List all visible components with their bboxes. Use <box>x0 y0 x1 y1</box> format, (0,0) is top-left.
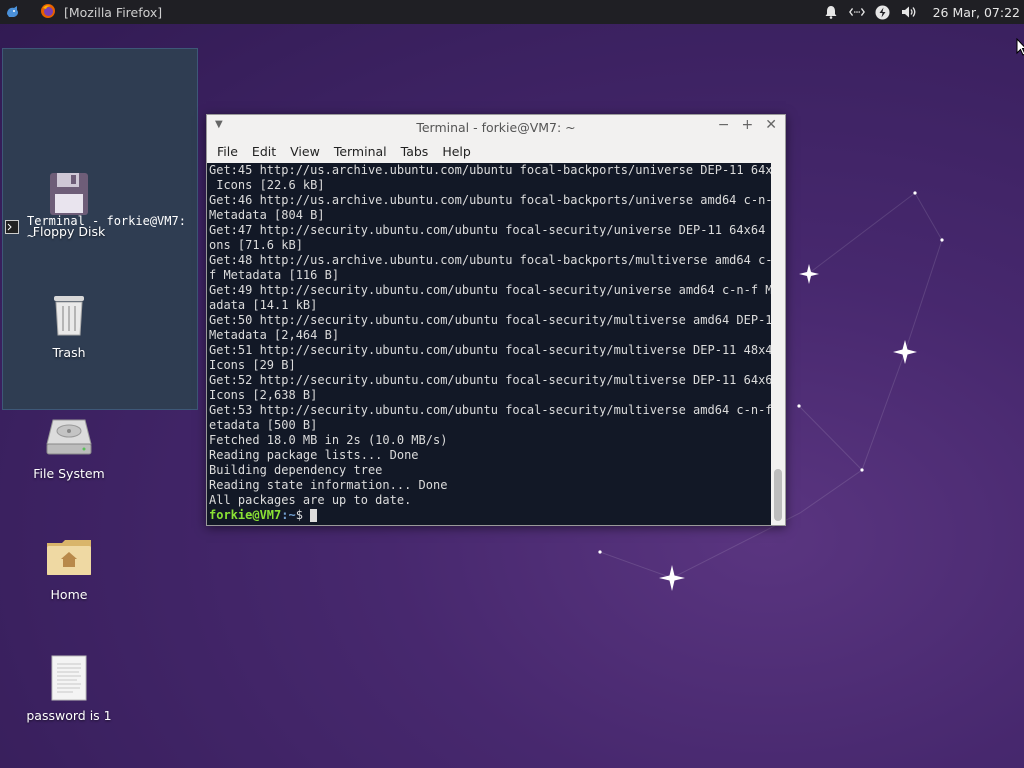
scrollbar-thumb[interactable] <box>774 469 782 521</box>
taskbar-firefox[interactable]: [Mozilla Firefox] <box>32 1 232 23</box>
desktop-icon-label: File System <box>33 466 105 481</box>
window-title: Terminal - forkie@VM7: ~ <box>416 119 576 135</box>
terminal-line: adata [14.1 kB] <box>209 298 318 312</box>
system-tray: 26 Mar, 07:22 <box>823 0 1024 24</box>
terminal-line: Icons [22.6 kB] <box>209 178 325 192</box>
text-cursor <box>310 509 318 522</box>
terminal-line: Metadata [804 B] <box>209 208 325 222</box>
terminal-line: Get:46 http://us.archive.ubuntu.com/ubun… <box>209 193 771 207</box>
desktop-icon-label: password is 1 <box>26 708 112 723</box>
clock[interactable]: 26 Mar, 07:22 <box>933 5 1020 20</box>
terminal-line: Get:48 http://us.archive.ubuntu.com/ubun… <box>209 253 771 267</box>
terminal-line: Get:47 http://security.ubuntu.com/ubuntu… <box>209 223 771 237</box>
terminal-prompt[interactable]: forkie@VM7:~$ <box>209 508 771 523</box>
terminal-line: f Metadata [116 B] <box>209 268 340 282</box>
menu-help[interactable]: Help <box>435 144 478 159</box>
terminal-line: Get:45 http://us.archive.ubuntu.com/ubun… <box>209 163 771 177</box>
terminal-line: Building dependency tree <box>209 463 383 477</box>
prompt-symbol: $ <box>295 508 311 522</box>
network-icon[interactable] <box>848 4 865 20</box>
firefox-icon <box>40 3 56 22</box>
desktop-icon-filesystem[interactable]: File System <box>19 412 119 481</box>
menu-terminal[interactable]: Terminal <box>327 144 394 159</box>
desktop-icon-label: Home <box>50 587 88 602</box>
terminal-line: Get:51 http://security.ubuntu.com/ubuntu… <box>209 343 771 357</box>
terminal-line: Icons [29 B] <box>209 358 296 372</box>
terminal-output[interactable]: Get:45 http://us.archive.ubuntu.com/ubun… <box>207 163 771 525</box>
prompt-path: :~ <box>281 508 296 522</box>
whisker-menu-icon[interactable] <box>0 0 26 24</box>
desktop-icon-label: Trash <box>52 345 86 360</box>
menu-bar: File Edit View Terminal Tabs Help <box>207 139 785 163</box>
desktop-icon-trash[interactable]: Trash <box>19 291 119 360</box>
terminal-line: ons [71.6 kB] <box>209 238 303 252</box>
taskbar-firefox-label: [Mozilla Firefox] <box>64 4 163 20</box>
window-controls: − + ✕ <box>718 117 777 133</box>
home-folder-icon <box>45 533 93 581</box>
prompt-user: forkie@VM7 <box>209 508 282 522</box>
terminal-line: etadata [500 B] <box>209 418 318 432</box>
minimize-icon[interactable]: − <box>718 117 730 133</box>
close-icon[interactable]: ✕ <box>765 117 777 133</box>
window-menu-icon[interactable]: ▼ <box>215 119 223 130</box>
terminal-line: Reading state information... Done <box>209 478 448 492</box>
volume-icon[interactable] <box>901 4 917 20</box>
terminal-line: Icons [2,638 B] <box>209 388 318 402</box>
terminal-line: Fetched 18.0 MB in 2s (10.0 MB/s) <box>209 433 448 447</box>
terminal-line: Reading package lists... Done <box>209 448 419 462</box>
hard-drive-icon <box>45 412 93 460</box>
terminal-line: Get:49 http://security.ubuntu.com/ubuntu… <box>209 283 771 297</box>
desktop-icon-password-file[interactable]: password is 1 <box>19 654 119 723</box>
desktop-icon-label: Floppy Disk <box>32 224 106 239</box>
power-icon[interactable] <box>875 4 891 20</box>
notification-bell-icon[interactable] <box>823 4 839 20</box>
menu-file[interactable]: File <box>210 144 245 159</box>
menu-view[interactable]: View <box>283 144 327 159</box>
top-panel: [Mozilla Firefox] Terminal - forkie@VM7:… <box>0 0 1024 410</box>
terminal-line: Get:52 http://security.ubuntu.com/ubuntu… <box>209 373 771 387</box>
maximize-icon[interactable]: + <box>742 117 754 133</box>
desktop-icon-home[interactable]: Home <box>19 533 119 602</box>
terminal-line: Get:53 http://security.ubuntu.com/ubuntu… <box>209 403 771 417</box>
terminal-line: Get:50 http://security.ubuntu.com/ubuntu… <box>209 313 771 327</box>
terminal-line: All packages are up to date. <box>209 493 412 507</box>
terminal-scrollbar[interactable] <box>771 163 785 525</box>
floppy-disk-icon <box>45 170 93 218</box>
terminal-window[interactable]: ▼ Terminal - forkie@VM7: ~ − + ✕ File Ed… <box>206 114 786 526</box>
menu-tabs[interactable]: Tabs <box>394 144 436 159</box>
trash-icon <box>45 291 93 339</box>
menu-edit[interactable]: Edit <box>245 144 283 159</box>
text-file-icon <box>45 654 93 702</box>
terminal-icon <box>5 220 19 238</box>
desktop-icon-floppy[interactable]: Floppy Disk <box>19 170 119 239</box>
mouse-pointer-icon <box>1016 38 1024 56</box>
window-titlebar[interactable]: ▼ Terminal - forkie@VM7: ~ − + ✕ <box>207 115 785 139</box>
terminal-line: Metadata [2,464 B] <box>209 328 340 342</box>
